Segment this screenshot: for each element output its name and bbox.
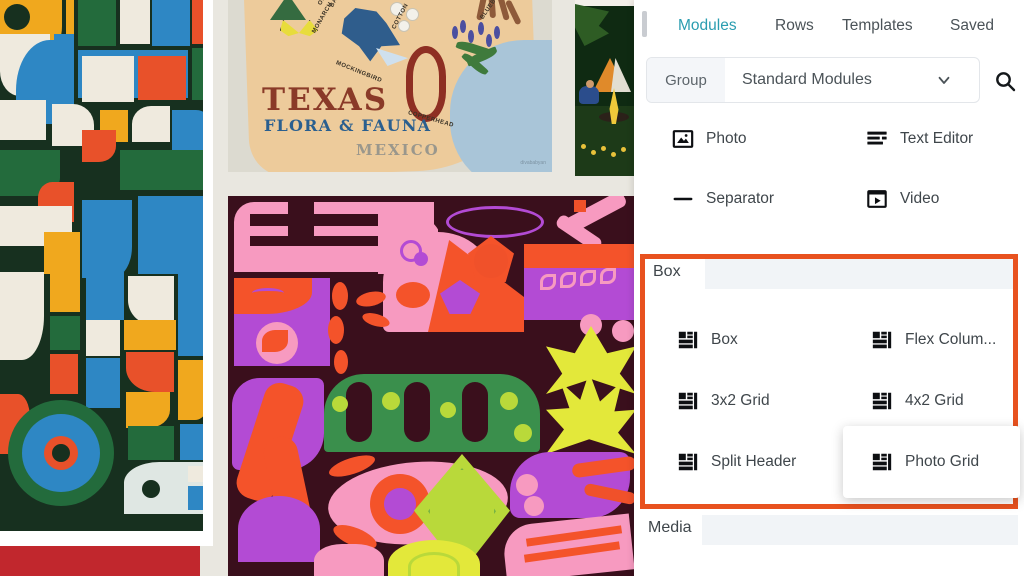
module-item-separator[interactable]: Separator bbox=[672, 178, 774, 220]
artist-signature: divababyan bbox=[520, 160, 546, 166]
module-item-4x2-grid[interactable]: 4x2 Grid bbox=[871, 380, 964, 422]
folk-illustration-image[interactable] bbox=[228, 196, 635, 576]
tab-templates[interactable]: Templates bbox=[842, 17, 913, 35]
module-item-label: Photo Grid bbox=[905, 453, 980, 470]
camping-photo-image[interactable] bbox=[575, 0, 635, 176]
module-item-label: Split Header bbox=[711, 453, 797, 470]
layout-grid-icon bbox=[677, 451, 711, 473]
geometric-poster-image[interactable] bbox=[0, 0, 213, 531]
poster-subtitle: FLORA & FAUNA bbox=[264, 116, 432, 135]
module-picker-panel: Modules Rows Templates Saved Group Stand… bbox=[634, 0, 1024, 576]
map-region-label: MEXICO bbox=[356, 141, 440, 159]
module-item-box[interactable]: Box bbox=[677, 319, 738, 361]
screenshot-root: OPOSSUM BAT MONARCH MOCKINGBIRD COTTON B… bbox=[0, 0, 1024, 576]
layout-grid-icon bbox=[677, 390, 711, 412]
poster-title: TEXAS bbox=[262, 82, 389, 118]
tab-modules[interactable]: Modules bbox=[678, 17, 737, 35]
layout-grid-icon bbox=[677, 329, 711, 351]
module-item-photo-grid-card[interactable]: Photo Grid bbox=[843, 426, 1020, 498]
poster-bottom-margin bbox=[0, 531, 213, 546]
media-group-header-bar bbox=[702, 515, 1018, 545]
module-item-label: 3x2 Grid bbox=[711, 392, 770, 409]
standard-modules-list: Photo Text Editor Separator Video bbox=[634, 110, 1024, 238]
group-filter-row: Group Standard Modules bbox=[634, 57, 1024, 105]
text-editor-icon bbox=[866, 128, 900, 150]
module-item-label: 4x2 Grid bbox=[905, 392, 964, 409]
layout-grid-icon bbox=[871, 451, 905, 473]
tab-saved[interactable]: Saved bbox=[950, 17, 994, 35]
red-banner-image[interactable] bbox=[0, 546, 200, 576]
separator-icon bbox=[672, 188, 706, 210]
group-select[interactable]: Group Standard Modules bbox=[646, 57, 980, 103]
module-item-photo-grid[interactable]: Photo Grid bbox=[871, 441, 979, 483]
module-item-label: Separator bbox=[706, 190, 775, 207]
module-item-label: Photo bbox=[706, 130, 747, 147]
module-item-label: Text Editor bbox=[900, 130, 974, 147]
module-item-photo[interactable]: Photo bbox=[672, 118, 747, 160]
chevron-down-icon[interactable] bbox=[935, 71, 979, 89]
module-item-text-editor[interactable]: Text Editor bbox=[866, 118, 973, 160]
box-group-header-bar bbox=[705, 259, 1013, 289]
module-item-video[interactable]: Video bbox=[866, 178, 939, 220]
media-group-title: Media bbox=[648, 519, 692, 536]
media-group: Media bbox=[640, 515, 1018, 576]
video-icon bbox=[866, 188, 900, 210]
module-item-label: Video bbox=[900, 190, 940, 207]
module-item-label: Box bbox=[711, 331, 738, 348]
tab-accent-bar bbox=[642, 11, 647, 37]
tab-rows[interactable]: Rows bbox=[775, 17, 814, 35]
texas-map-image[interactable]: OPOSSUM BAT MONARCH MOCKINGBIRD COTTON B… bbox=[228, 0, 552, 172]
module-item-split-header[interactable]: Split Header bbox=[677, 441, 796, 483]
module-item-flex-column[interactable]: Flex Colum... bbox=[871, 319, 996, 361]
layout-grid-icon bbox=[871, 329, 905, 351]
box-group-title: Box bbox=[653, 263, 687, 281]
group-select-value: Standard Modules bbox=[742, 71, 872, 88]
module-item-label: Flex Colum... bbox=[905, 331, 997, 348]
box-group-header: Box bbox=[645, 259, 1013, 291]
module-item-3x2-grid[interactable]: 3x2 Grid bbox=[677, 380, 770, 422]
photo-icon bbox=[672, 128, 706, 150]
group-select-label: Group bbox=[647, 58, 725, 102]
search-icon[interactable] bbox=[988, 64, 1022, 98]
box-group-highlighted: Box Box Flex Colum... 3x2 Grid 4x2 Grid … bbox=[640, 254, 1020, 509]
panel-tabs: Modules Rows Templates Saved bbox=[634, 0, 1024, 54]
layout-grid-icon bbox=[871, 390, 905, 412]
